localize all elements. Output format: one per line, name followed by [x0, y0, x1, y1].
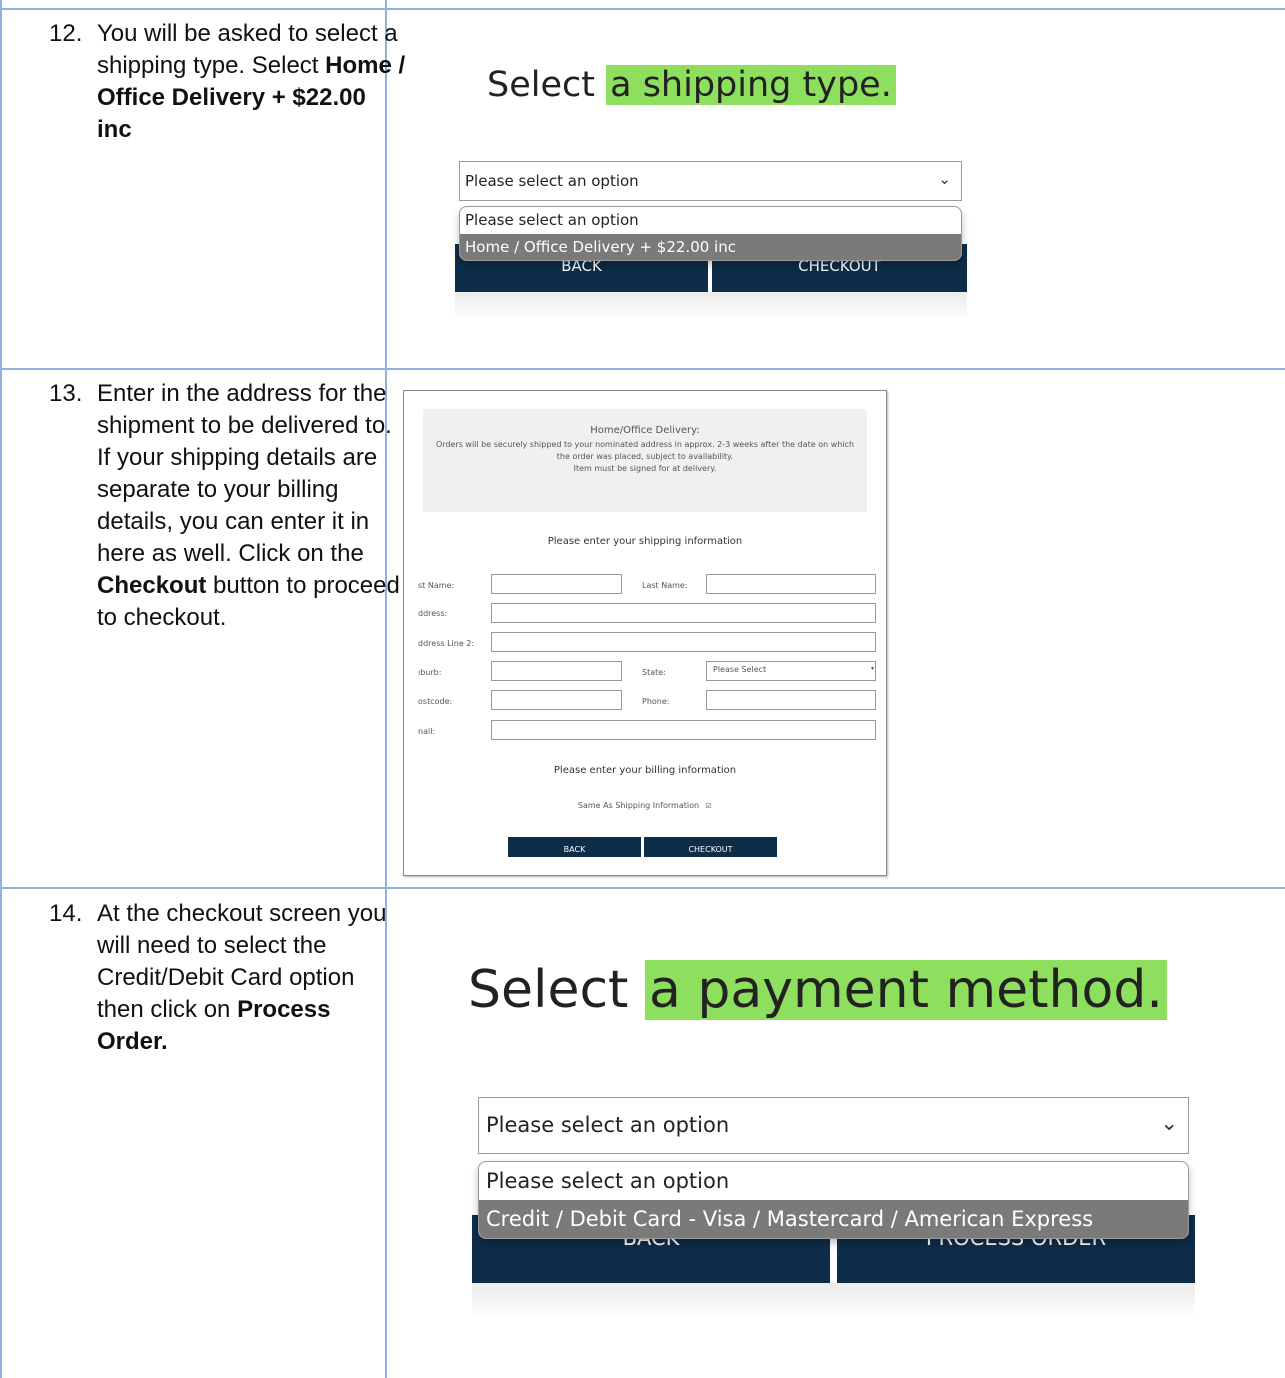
- step-text: Enter in the address for the shipment to…: [97, 380, 400, 631]
- first-name-label: st Name:: [418, 581, 455, 590]
- table-top-border: [0, 8, 1285, 10]
- state-label: State:: [642, 668, 666, 677]
- address-field[interactable]: [491, 603, 876, 623]
- email-field[interactable]: [491, 720, 876, 740]
- address-line-2-field[interactable]: [491, 632, 876, 652]
- step-number: 12.: [49, 20, 83, 47]
- payment-heading: Select a payment method.: [468, 951, 1167, 1029]
- last-name-field[interactable]: [706, 574, 876, 594]
- button-shadow: [455, 292, 967, 322]
- address-form-screenshot: Home/Office Delivery: Orders will be sec…: [403, 390, 887, 876]
- same-as-shipping-row: Same As Shipping Information ☑: [577, 801, 712, 810]
- table-row-divider: [0, 887, 1285, 889]
- option-credit-debit-card[interactable]: Credit / Debit Card - Visa / Mastercard …: [479, 1200, 1188, 1238]
- caret-down-icon: ▾: [870, 665, 874, 672]
- checkout-button[interactable]: CHECKOUT: [644, 837, 777, 857]
- last-name-label: Last Name:: [642, 581, 688, 590]
- first-name-field[interactable]: [491, 574, 622, 594]
- shipping-info-heading: Please enter your shipping information: [547, 536, 743, 547]
- billing-info-heading: Please enter your billing information: [553, 765, 737, 776]
- option-home-office-delivery[interactable]: Home / Office Delivery + $22.00 inc: [460, 234, 961, 260]
- chevron-down-icon: ⌄: [938, 170, 951, 189]
- address-line-2-label: ddress Line 2:: [418, 639, 475, 648]
- chevron-down-icon: ⌄: [1160, 1110, 1178, 1135]
- email-label: nail:: [418, 727, 436, 736]
- state-select[interactable]: Please Select ▾: [706, 661, 876, 681]
- step-text: You will be asked to select a shipping t…: [97, 20, 406, 143]
- postcode-field[interactable]: [491, 690, 622, 710]
- delivery-info-box: Home/Office Delivery: Orders will be sec…: [423, 409, 867, 512]
- suburb-field[interactable]: [491, 661, 622, 681]
- step-text: At the checkout screen you will need to …: [97, 900, 387, 1055]
- postcode-label: ostcode:: [418, 697, 453, 706]
- suburb-label: ıburb:: [418, 668, 442, 677]
- phone-field[interactable]: [706, 690, 876, 710]
- shipping-heading: Select a shipping type.: [487, 57, 896, 113]
- address-label: ddress:: [418, 609, 448, 618]
- table-row-divider: [0, 368, 1285, 370]
- back-button[interactable]: BACK: [508, 837, 641, 857]
- table-column-divider: [385, 0, 387, 1378]
- phone-label: Phone:: [642, 697, 670, 706]
- option-placeholder[interactable]: Please select an option: [460, 207, 961, 234]
- table-left-border: [0, 0, 2, 1378]
- shipping-type-select[interactable]: Please select an option ⌄: [459, 161, 962, 201]
- payment-method-options: Please select an option Credit / Debit C…: [478, 1161, 1189, 1239]
- button-shadow: [472, 1283, 1195, 1317]
- payment-method-select[interactable]: Please select an option ⌄: [478, 1097, 1189, 1154]
- step-number: 13.: [49, 380, 83, 407]
- step-number: 14.: [49, 900, 83, 927]
- shipping-type-options: Please select an option Home / Office De…: [459, 206, 962, 261]
- same-as-shipping-checkbox[interactable]: ☑: [705, 803, 712, 810]
- option-placeholder[interactable]: Please select an option: [479, 1162, 1188, 1200]
